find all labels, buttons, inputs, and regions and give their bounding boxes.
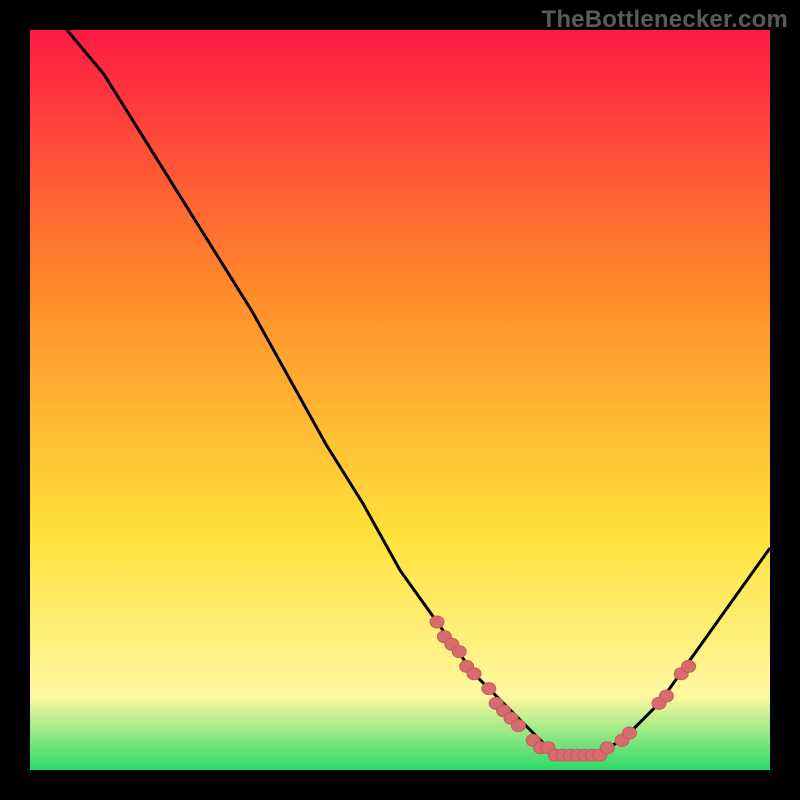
data-marker bbox=[467, 668, 481, 680]
data-marker bbox=[622, 727, 636, 739]
gradient-background bbox=[30, 30, 770, 770]
plot-area bbox=[30, 30, 770, 770]
data-marker bbox=[482, 683, 496, 695]
data-marker bbox=[682, 660, 696, 672]
chart-svg bbox=[30, 30, 770, 770]
data-marker bbox=[600, 742, 614, 754]
data-marker bbox=[659, 690, 673, 702]
data-marker bbox=[430, 616, 444, 628]
data-marker bbox=[511, 720, 525, 732]
chart-container: TheBottlenecker.com bbox=[0, 0, 800, 800]
watermark-text: TheBottlenecker.com bbox=[541, 6, 788, 34]
data-marker bbox=[452, 646, 466, 658]
